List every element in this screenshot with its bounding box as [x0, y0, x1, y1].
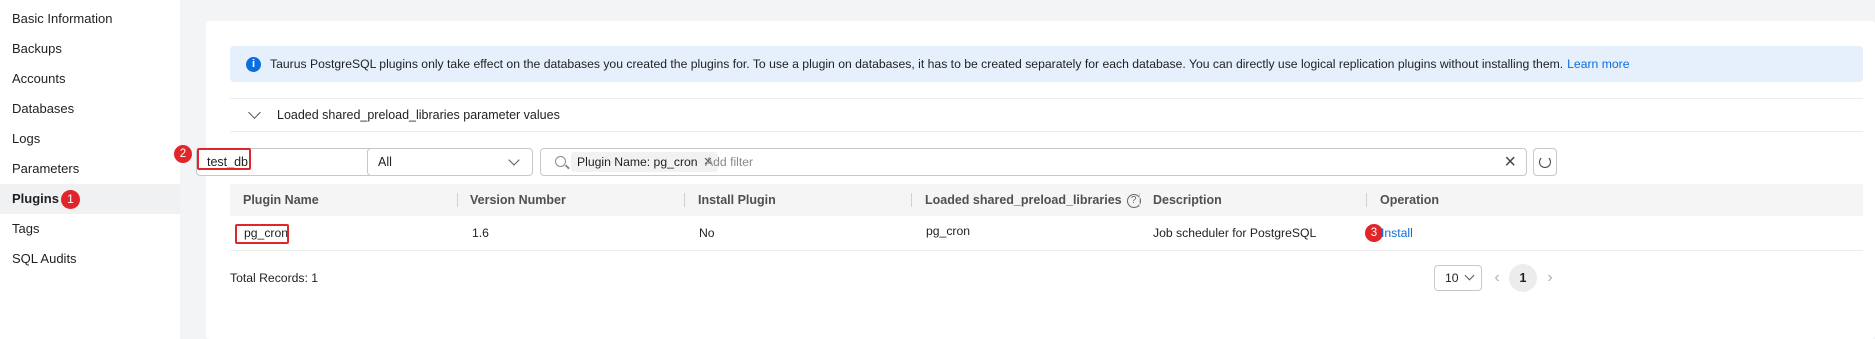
status-select[interactable]: All: [367, 148, 533, 176]
prev-page-icon[interactable]: ‹: [1489, 269, 1505, 287]
install-link[interactable]: Install: [1381, 226, 1413, 240]
learn-more-link[interactable]: Learn more: [1567, 57, 1629, 71]
column-header: Operation: [1380, 193, 1440, 207]
chevron-down-icon: [1464, 270, 1475, 281]
sidebar-item-label: SQL Audits: [12, 251, 77, 266]
sidebar-item-parameters[interactable]: Parameters: [0, 154, 180, 184]
refresh-icon: [1539, 156, 1551, 168]
next-page-icon[interactable]: ›: [1542, 269, 1558, 287]
column-header: Install Plugin: [698, 193, 776, 207]
sidebar-item-label: Logs: [12, 131, 41, 146]
sidebar-item-label: Tags: [12, 221, 40, 236]
sidebar-item-label: Plugins: [12, 191, 59, 206]
main-panel: i Taurus PostgreSQL plugins only take ef…: [174, 21, 1875, 339]
info-icon: i: [246, 56, 261, 72]
sidebar-item-label: Databases: [12, 101, 75, 116]
column-header: Loaded shared_preload_libraries: [925, 193, 1122, 207]
total-records: Total Records: 1: [230, 271, 319, 285]
sidebar: Basic Information Backups Accounts Datab…: [0, 0, 180, 339]
sidebar-item-label: Backups: [12, 41, 62, 56]
step-badge: 2: [174, 145, 192, 163]
table-row: pg_cron 1.6 No pg_cron Job scheduler for…: [230, 216, 1863, 251]
info-text: Taurus PostgreSQL plugins only take effe…: [270, 57, 1564, 71]
info-banner: i Taurus PostgreSQL plugins only take ef…: [230, 46, 1863, 82]
column-header: Description: [1153, 193, 1222, 207]
refresh-button[interactable]: [1533, 148, 1557, 176]
chevron-down-icon: [508, 154, 520, 166]
sidebar-item-accounts[interactable]: Accounts: [0, 64, 180, 94]
loaded-cell: pg_cron: [926, 224, 971, 238]
column-header-loaded: Loaded shared_preload_libraries?: [925, 184, 1141, 216]
description-cell: Job scheduler for PostgreSQL: [1153, 226, 1317, 240]
column-divider: [684, 193, 685, 207]
page-size-select[interactable]: 10: [1434, 265, 1482, 291]
page-size-value: 10: [1445, 271, 1459, 285]
collapse-label: Loaded shared_preload_libraries paramete…: [277, 108, 560, 122]
sidebar-item-sql-audits[interactable]: SQL Audits: [0, 244, 180, 274]
column-divider: [911, 193, 912, 207]
search-icon: [555, 156, 566, 167]
filter-search-box[interactable]: Plugin Name: pg_cron × Add filter ×: [540, 148, 1527, 176]
highlight-box: [197, 148, 251, 170]
sidebar-item-basic-information[interactable]: Basic Information: [0, 4, 180, 34]
column-header: Version Number: [470, 193, 566, 207]
column-header: Plugin Name: [243, 193, 319, 207]
operation-cell: Install: [1381, 216, 1413, 251]
page-number-current[interactable]: 1: [1509, 264, 1537, 292]
install-plugin-cell: No: [699, 226, 715, 240]
table-header: Plugin Name Version Number Install Plugi…: [230, 184, 1863, 216]
filter-tag-label: Plugin Name: pg_cron: [577, 155, 698, 169]
step-badge: 1: [61, 190, 80, 209]
version-cell: 1.6: [472, 226, 489, 240]
sidebar-item-logs[interactable]: Logs: [0, 124, 180, 154]
chevron-down-icon: [248, 106, 261, 119]
sidebar-item-databases[interactable]: Databases: [0, 94, 180, 124]
filter-tag: Plugin Name: pg_cron ×: [571, 152, 719, 172]
search-input[interactable]: Add filter: [705, 152, 753, 172]
sidebar-item-label: Parameters: [12, 161, 80, 176]
highlight-box: [235, 224, 289, 244]
shared-preload-collapse[interactable]: Loaded shared_preload_libraries paramete…: [230, 98, 1863, 132]
column-divider: [1139, 193, 1140, 207]
sidebar-item-tags[interactable]: Tags: [0, 214, 180, 244]
sidebar-item-plugins[interactable]: Plugins 1: [0, 184, 180, 214]
sidebar-item-backups[interactable]: Backups: [0, 34, 180, 64]
sidebar-item-label: Basic Information: [12, 11, 113, 26]
column-divider: [1366, 193, 1367, 207]
sidebar-item-label: Accounts: [12, 71, 66, 86]
status-select-value: All: [378, 155, 392, 169]
column-divider: [457, 193, 458, 207]
clear-icon[interactable]: ×: [1504, 150, 1516, 174]
